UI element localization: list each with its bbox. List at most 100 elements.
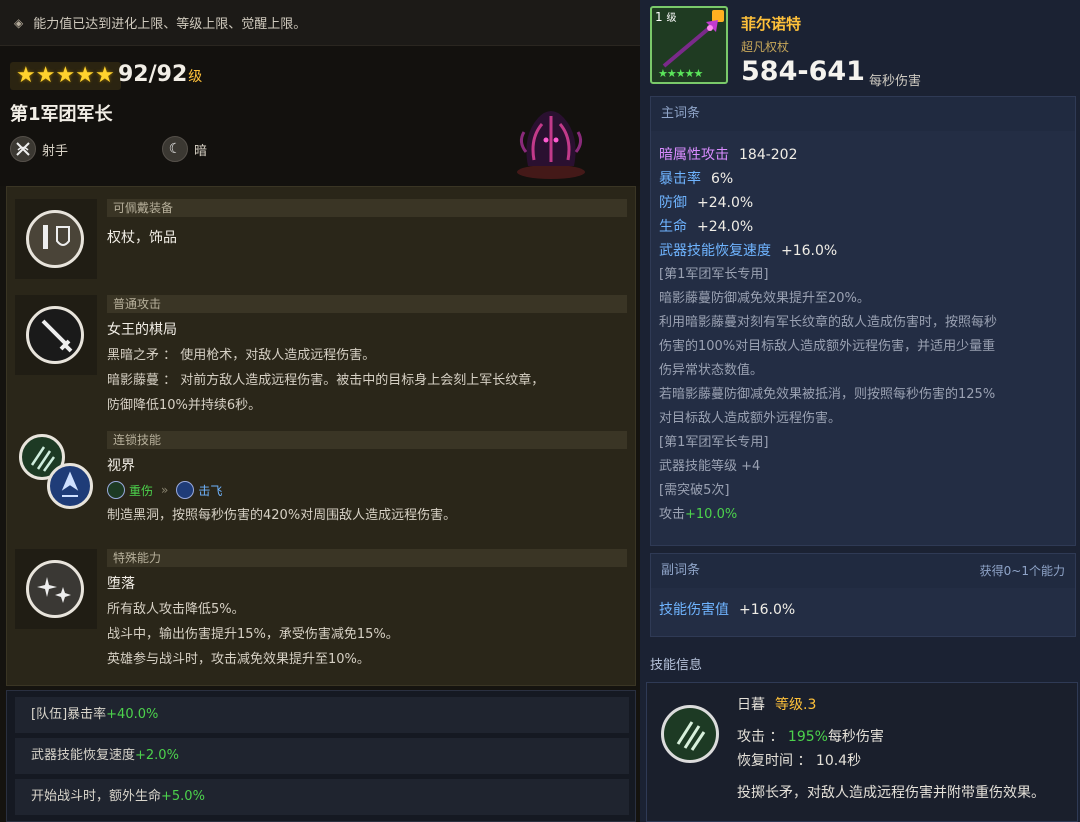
skill-name: 日暮 bbox=[737, 697, 765, 713]
special-ability-desc: 所有敌人攻击降低5%。 战斗中，输出伤害提升15%，承受伤害减免15%。 英雄参… bbox=[107, 597, 627, 672]
hero-sprite bbox=[517, 111, 585, 179]
effect-line: [第1军团军长专用] bbox=[659, 435, 769, 450]
star-icon: ★ bbox=[94, 63, 115, 88]
dark-moon-icon: ☾ bbox=[162, 136, 188, 162]
skill-name-row: 日暮 等级.3 bbox=[737, 693, 816, 717]
hero-header: ★ ★ ★ ★ ★ 92/92级 第1军团军长 射手 ☾ 暗 bbox=[0, 46, 640, 186]
normal-attack-section: 普通攻击 女王的棋局 黑暗之矛 ： 使用枪术，对敌人造成远程伤害。 暗影藤蔓 ：… bbox=[15, 295, 627, 425]
skill-attack-unit: 每秒伤害 bbox=[827, 729, 884, 745]
stat-value: +16.0% bbox=[781, 243, 838, 259]
effect-line: 利用暗影藤蔓对刻有军长纹章的敌人造成伤害时，按照每秒 bbox=[659, 315, 998, 330]
element-tag[interactable]: ☾ 暗 bbox=[162, 136, 207, 162]
heavy-wound-icon bbox=[107, 481, 125, 499]
bonus-label: 武器技能恢复速度 bbox=[31, 748, 136, 763]
class-tag[interactable]: 射手 bbox=[10, 136, 68, 162]
effect-line: 武器技能等级 +4 bbox=[659, 459, 761, 474]
chevron-right-icon: » bbox=[161, 483, 169, 497]
sparkle-icon bbox=[26, 560, 84, 618]
star-icon: ★ bbox=[55, 63, 76, 88]
equipment-text: 权杖，饰品 bbox=[107, 230, 177, 246]
weapon-type: 超凡权杖 bbox=[741, 40, 790, 54]
effect-line: 暗影藤蔓防御减免效果提升至20%。 bbox=[659, 291, 870, 306]
effect-line: [第1军团军长专用] bbox=[659, 267, 769, 282]
main-stats-header: 主词条 bbox=[651, 97, 1075, 131]
stat-value: +16.0% bbox=[739, 602, 796, 618]
hero-level-value: 92/92 bbox=[118, 62, 188, 87]
stat-value: +24.0% bbox=[697, 219, 754, 235]
chain-to-label: 击飞 bbox=[198, 483, 223, 498]
bonus-row: 开始战斗时，额外生命+5.0% bbox=[15, 779, 629, 815]
desc-line: 战斗中，输出伤害提升15%，承受伤害减免15%。 bbox=[107, 627, 399, 642]
chain-icon-box bbox=[15, 431, 97, 511]
stat-row: 生命 +24.0% bbox=[659, 215, 753, 239]
bonus-row: [队伍]暴击率+40.0% bbox=[15, 697, 629, 733]
effect-line: 伤害的100%对目标敌人造成额外远程伤害，并适用少量重 bbox=[659, 339, 996, 354]
hero-name: 第1军团军长 bbox=[10, 104, 113, 125]
equipment-section: 可佩戴装备 权杖，饰品 bbox=[15, 199, 627, 281]
notice-text: 能力值已达到进化上限、等级上限、觉醒上限。 bbox=[33, 17, 307, 32]
bonus-value: +2.0% bbox=[135, 748, 179, 763]
launch-icon bbox=[47, 463, 93, 509]
special-ability-title: 堕落 bbox=[107, 576, 135, 592]
normal-attack-icon-box bbox=[15, 295, 97, 375]
dps-unit: 每秒伤害 bbox=[869, 74, 922, 89]
limit-notice: ◈ 能力值已达到进化上限、等级上限、觉醒上限。 bbox=[0, 0, 640, 46]
bonus-row: 武器技能恢复速度+2.0% bbox=[15, 738, 629, 774]
normal-attack-header: 普通攻击 bbox=[107, 295, 627, 313]
stat-key: 攻击 bbox=[659, 507, 686, 522]
class-label: 射手 bbox=[42, 143, 69, 159]
desc-line: 暗影藤蔓 ： 对前方敌人造成远程伤害。被击中的目标身上会刻上军长纹章， bbox=[107, 373, 545, 388]
effect-line: 若暗影藤蔓防御减免效果被抵消，则按照每秒伤害的125% bbox=[659, 387, 996, 402]
bonus-value: +5.0% bbox=[161, 789, 205, 804]
diamond-icon: ◈ bbox=[14, 15, 24, 30]
desc-line: 所有敌人攻击降低5%。 bbox=[107, 602, 245, 617]
chain-skill-desc: 制造黑洞，按照每秒伤害的420%对周围敌人造成远程伤害。 bbox=[107, 508, 457, 523]
effect-line: 对目标敌人造成额外远程伤害。 bbox=[659, 411, 842, 426]
weapon-dps: 584-641 bbox=[741, 56, 865, 87]
abilities-panel: 可佩戴装备 权杖，饰品 普通攻击 女王的棋局 黑暗之矛 ： 使用枪术，对敌人造成… bbox=[6, 186, 636, 686]
special-ability-section: 特殊能力 堕落 所有敌人攻击降低5%。 战斗中，输出伤害提升15%，承受伤害减免… bbox=[15, 549, 627, 679]
weapon-stars: ★★★★★ bbox=[658, 67, 703, 80]
stat-value: +24.0% bbox=[697, 195, 754, 211]
weapon-panel: 1 级 ★★★★★ 菲尔诺特 超凡权杖 584-641 每秒伤害 主词条 暗属性… bbox=[640, 0, 1080, 822]
stat-row: 防御 +24.0% bbox=[659, 191, 753, 215]
skill-cooldown-row: 恢复时间 ： 10.4秒 bbox=[737, 749, 861, 773]
desc-line: 防御降低10%并持续6秒。 bbox=[107, 398, 262, 413]
team-bonuses: [队伍]暴击率+40.0% 武器技能恢复速度+2.0% 开始战斗时，额外生命+5… bbox=[6, 690, 636, 822]
chain-skill-header: 连锁技能 bbox=[107, 431, 627, 449]
scepter-icon bbox=[662, 20, 718, 68]
weapon-slot[interactable]: 1 级 ★★★★★ bbox=[650, 6, 728, 84]
skill-level: 等级.3 bbox=[775, 697, 817, 713]
hero-level-unit: 级 bbox=[188, 69, 203, 85]
sub-stats-note: 获得0~1个能力 bbox=[979, 564, 1065, 578]
skill-info-title: 技能信息 bbox=[650, 658, 703, 673]
stat-row: 暴击率 6% bbox=[659, 167, 733, 191]
hero-level: 92/92级 bbox=[118, 62, 202, 87]
hero-panel: ◈ 能力值已达到进化上限、等级上限、觉醒上限。 ★ ★ ★ ★ ★ 92/92级 第1军… bbox=[0, 0, 640, 822]
claw-slash-icon bbox=[661, 705, 719, 763]
main-stats-box: 主词条 暗属性攻击 184-202 暴击率 6% 防御 +24.0% 生命 +24.0%… bbox=[650, 96, 1076, 546]
desc-line: 英雄参与战斗时，攻击减免效果提升至10%。 bbox=[107, 652, 370, 667]
effect-line: 伤异常状态数值。 bbox=[659, 363, 764, 378]
knock-up-icon bbox=[176, 481, 195, 499]
stat-row: 武器技能恢复速度 +16.0% bbox=[659, 239, 837, 263]
stat-row: 技能伤害值 +16.0% bbox=[659, 598, 795, 622]
star-icon: ★ bbox=[75, 63, 95, 88]
equipment-header: 可佩戴装备 bbox=[107, 199, 627, 217]
archer-icon bbox=[10, 136, 36, 162]
hero-stars: ★ ★ ★ ★ ★ bbox=[10, 62, 121, 90]
bonus-label: 开始战斗时，额外生命 bbox=[31, 789, 162, 804]
normal-attack-title: 女王的棋局 bbox=[107, 322, 177, 338]
stat-key: 武器技能恢复速度 bbox=[659, 243, 771, 259]
effect-line: [需突破5次] bbox=[659, 483, 730, 498]
element-label: 暗 bbox=[194, 143, 208, 159]
skill-attack-label: 攻击 ： bbox=[737, 729, 784, 745]
desc-line: 黑暗之矛 ： 使用枪术，对敌人造成远程伤害。 bbox=[107, 348, 376, 363]
star-icon: ★ bbox=[35, 63, 56, 88]
equipment-icon-box bbox=[15, 199, 97, 279]
special-icon-box bbox=[15, 549, 97, 629]
stat-key: 暴击率 bbox=[659, 171, 701, 187]
equipment-icon bbox=[26, 210, 84, 268]
normal-attack-desc: 黑暗之矛 ： 使用枪术，对敌人造成远程伤害。 暗影藤蔓 ： 对前方敌人造成远程伤… bbox=[107, 343, 627, 418]
chain-sequence: 重伤 » 击飞 bbox=[107, 481, 222, 499]
